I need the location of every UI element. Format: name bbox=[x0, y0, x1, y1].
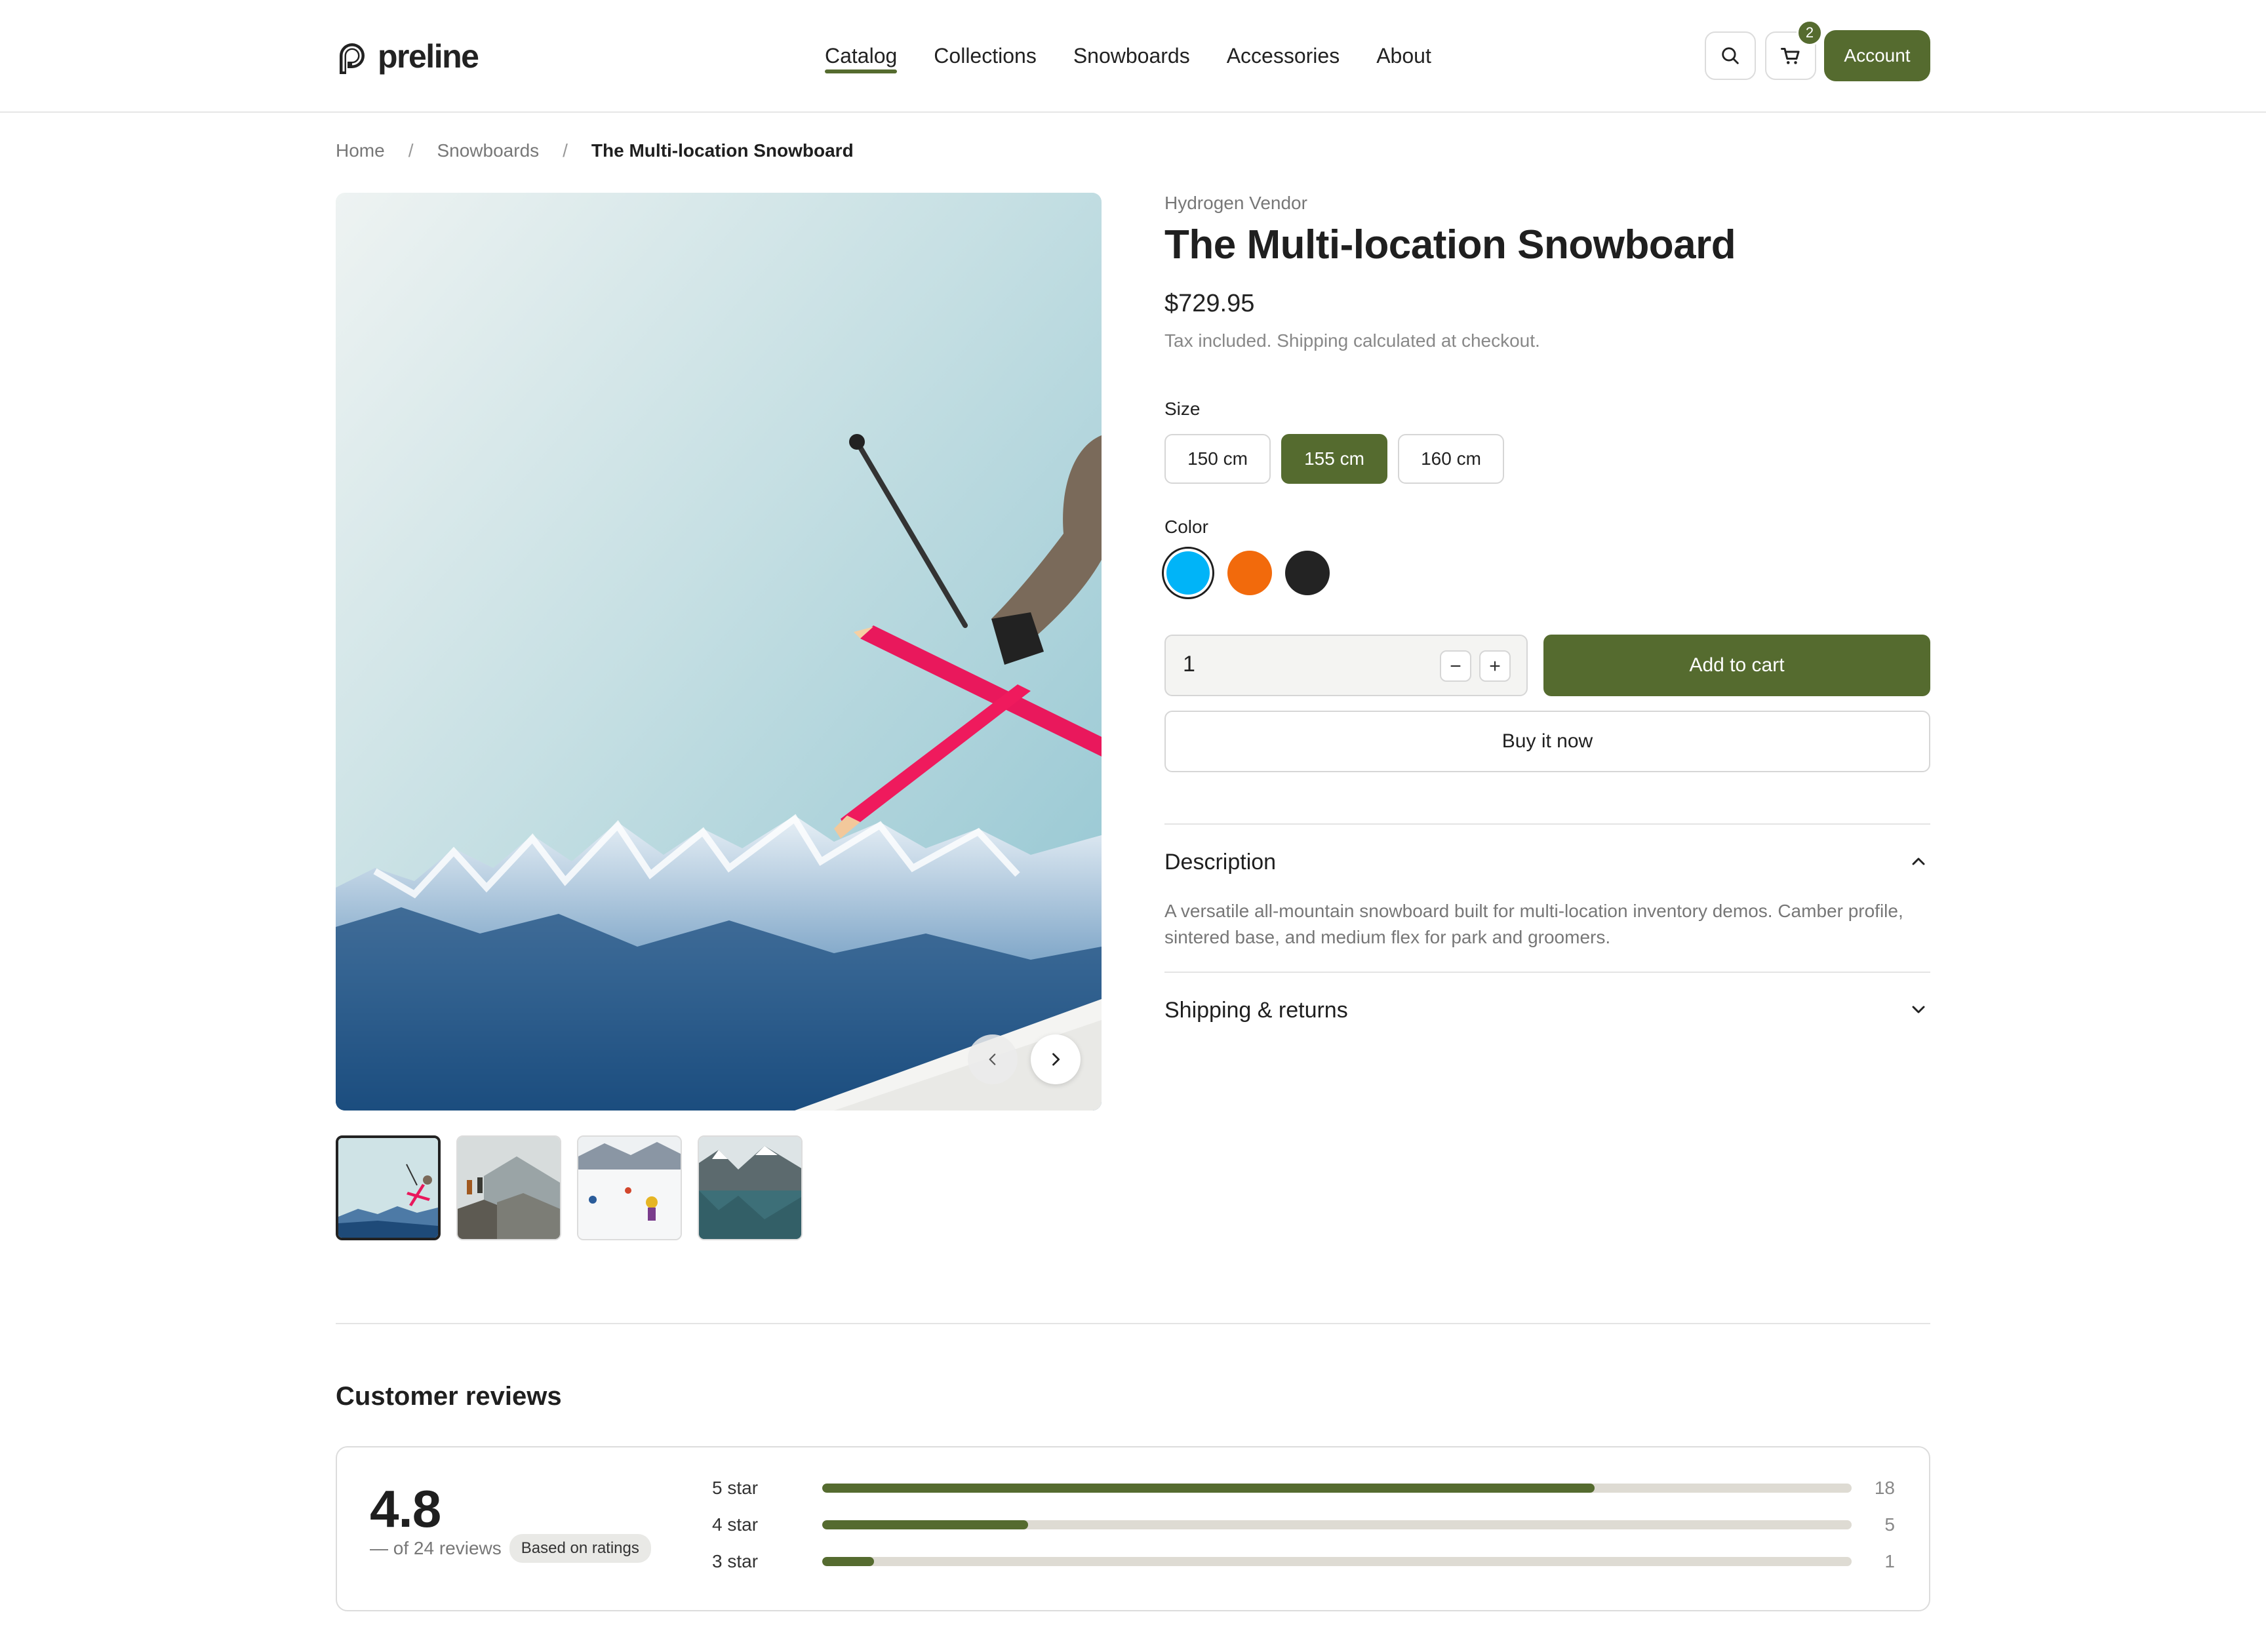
average-rating: 4.8 bbox=[370, 1480, 441, 1538]
add-to-cart-button[interactable]: Add to cart bbox=[1543, 635, 1930, 696]
size-option-160[interactable]: 160 cm bbox=[1398, 434, 1504, 484]
rating-label: 5 star bbox=[712, 1478, 759, 1498]
review-count-line: — of 24 reviews Based on ratings bbox=[370, 1534, 651, 1563]
thumbnail-hikers-mountain[interactable] bbox=[456, 1135, 561, 1240]
nav-collections[interactable]: Collections bbox=[934, 39, 1037, 72]
quantity-stepper: 1 bbox=[1164, 635, 1528, 696]
skiers-slope-thumbnail bbox=[578, 1137, 681, 1239]
size-options: 150 cm 155 cm 160 cm bbox=[1164, 434, 1504, 484]
hikers-mountain-thumbnail bbox=[458, 1137, 560, 1239]
thumbnail-skiers-slope[interactable] bbox=[577, 1135, 682, 1240]
minus-icon bbox=[1450, 665, 1461, 667]
rating-label: 4 star bbox=[712, 1514, 759, 1535]
next-image-button[interactable] bbox=[1031, 1034, 1081, 1084]
shipping-accordion-header[interactable]: Shipping & returns bbox=[1164, 998, 1348, 1023]
rating-bar bbox=[822, 1520, 1852, 1529]
thumbnail-mountain-lake[interactable] bbox=[698, 1135, 803, 1240]
rating-count: 18 bbox=[1874, 1478, 1895, 1498]
nav-accessories[interactable]: Accessories bbox=[1227, 39, 1340, 72]
cart-button[interactable]: 2 bbox=[1765, 20, 1823, 80]
search-icon bbox=[1722, 47, 1739, 64]
section-divider bbox=[336, 1323, 1930, 1324]
search-button[interactable] bbox=[1705, 31, 1756, 80]
thumbnail-skier-jump[interactable] bbox=[336, 1135, 441, 1240]
reviews-title: Customer reviews bbox=[336, 1382, 562, 1411]
nav-about[interactable]: About bbox=[1376, 39, 1431, 72]
chevron-up-icon[interactable] bbox=[1908, 851, 1929, 872]
quantity-input[interactable]: 1 bbox=[1183, 652, 1195, 677]
based-on-ratings-badge: Based on ratings bbox=[509, 1534, 651, 1563]
chevron-down-icon[interactable] bbox=[1908, 999, 1929, 1020]
reviews-summary-card: 4.8 — of 24 reviews Based on ratings 5 s… bbox=[336, 1446, 1930, 1611]
rating-bar bbox=[822, 1484, 1852, 1493]
rating-count: 5 bbox=[1884, 1514, 1895, 1535]
breadcrumb-separator: / bbox=[408, 140, 414, 161]
product-main-image[interactable] bbox=[336, 193, 1102, 1111]
size-option-155[interactable]: 155 cm bbox=[1281, 434, 1387, 484]
color-options bbox=[1162, 547, 1330, 599]
mountain-lake-thumbnail bbox=[699, 1137, 801, 1239]
nav-snowboards[interactable]: Snowboards bbox=[1073, 39, 1190, 72]
product-title: The Multi-location Snowboard bbox=[1164, 222, 1736, 267]
color-label: Color bbox=[1164, 517, 1208, 537]
logo-text: preline bbox=[378, 38, 479, 75]
rating-row-3: 3 star 1 bbox=[712, 1551, 1904, 1572]
breadcrumb-separator: / bbox=[563, 140, 568, 161]
product-price: $729.95 bbox=[1164, 290, 1255, 317]
breadcrumb-snowboards[interactable]: Snowboards bbox=[437, 140, 539, 161]
product-vendor: Hydrogen Vendor bbox=[1164, 193, 1307, 213]
size-option-150[interactable]: 150 cm bbox=[1164, 434, 1271, 484]
review-count: — of 24 reviews bbox=[370, 1538, 502, 1558]
tax-note: Tax included. Shipping calculated at che… bbox=[1164, 330, 1540, 351]
chevron-right-icon bbox=[1052, 1053, 1060, 1066]
description-accordion-header[interactable]: Description bbox=[1164, 850, 1276, 875]
color-swatch-blue[interactable] bbox=[1162, 547, 1214, 599]
logo[interactable]: preline bbox=[334, 37, 479, 76]
rating-bar-fill bbox=[822, 1520, 1028, 1529]
rating-bar-fill bbox=[822, 1484, 1595, 1493]
rating-count: 1 bbox=[1884, 1551, 1895, 1571]
plus-icon bbox=[1490, 661, 1500, 671]
breadcrumb: Home / Snowboards / The Multi-location S… bbox=[336, 140, 854, 161]
size-label: Size bbox=[1164, 399, 1201, 419]
prev-image-button[interactable] bbox=[968, 1034, 1018, 1084]
thumbnail-strip bbox=[336, 1135, 803, 1240]
accordion-divider bbox=[1164, 823, 1930, 825]
breadcrumb-current: The Multi-location Snowboard bbox=[591, 140, 854, 161]
cart-count-badge: 2 bbox=[1797, 20, 1823, 46]
skier-jump-thumbnail bbox=[338, 1138, 438, 1238]
main-nav: Catalog Collections Snowboards Accessori… bbox=[825, 39, 1431, 73]
color-swatch-orange[interactable] bbox=[1227, 551, 1272, 595]
skier-jump-image bbox=[336, 193, 1102, 1111]
rating-bar-fill bbox=[822, 1557, 874, 1566]
color-swatch-blue-fill bbox=[1166, 551, 1210, 595]
rating-bar bbox=[822, 1557, 1852, 1566]
decrease-quantity-button[interactable] bbox=[1440, 650, 1471, 682]
breadcrumb-home[interactable]: Home bbox=[336, 140, 385, 161]
increase-quantity-button[interactable] bbox=[1479, 650, 1511, 682]
color-swatch-black[interactable] bbox=[1285, 551, 1330, 595]
buy-now-button[interactable]: Buy it now bbox=[1164, 711, 1930, 772]
chevron-left-icon bbox=[989, 1053, 996, 1065]
description-text: A versatile all-mountain snowboard built… bbox=[1164, 901, 1903, 947]
site-header: preline Catalog Collections Snowboards A… bbox=[0, 0, 2266, 113]
rating-row-5: 5 star 18 bbox=[712, 1478, 1904, 1499]
nav-catalog[interactable]: Catalog bbox=[825, 39, 898, 73]
cart-icon bbox=[1781, 48, 1800, 64]
accordion-divider bbox=[1164, 972, 1930, 973]
rating-label: 3 star bbox=[712, 1551, 759, 1571]
logo-icon bbox=[340, 43, 365, 74]
rating-row-4: 4 star 5 bbox=[712, 1514, 1904, 1535]
account-button[interactable]: Account bbox=[1824, 30, 1930, 81]
